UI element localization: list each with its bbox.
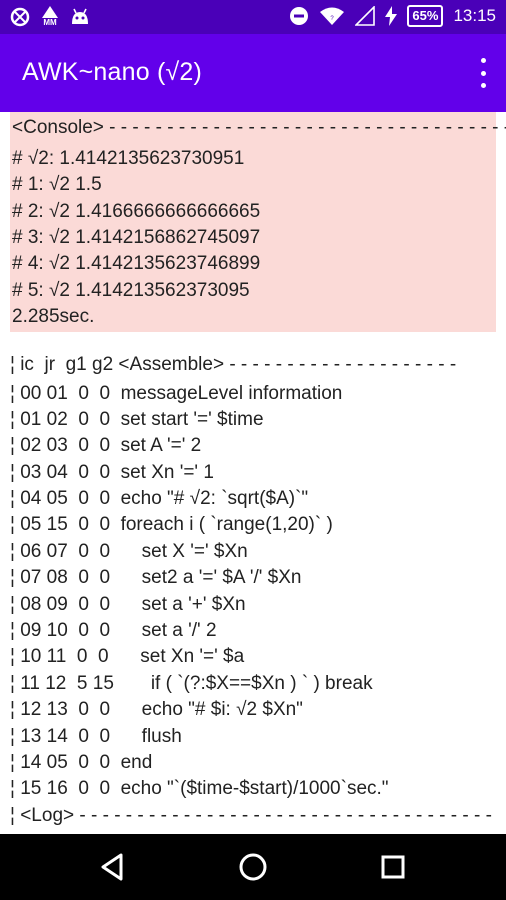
overflow-menu-icon[interactable] (478, 58, 488, 88)
assemble-row: ¦ 11 12 5 15 if ( `(?:$X==$Xn ) ` ) brea… (10, 673, 373, 694)
assemble-row: ¦ 04 05 0 0 echo "# √2: `sqrt($A)`" (10, 488, 309, 509)
clock: 13:15 (453, 6, 496, 25)
assemble-row: ¦ 09 10 0 0 set a '/' 2 (10, 620, 217, 641)
charging-icon (385, 6, 398, 26)
carrier-label: MM (43, 18, 57, 27)
app-bar: AWK~nano (√2) (0, 34, 506, 112)
console-line: 2.285sec. (12, 306, 95, 327)
home-icon[interactable] (236, 852, 270, 882)
do-not-disturb-icon (290, 7, 309, 25)
assemble-row: ¦ 13 14 0 0 flush (10, 726, 182, 747)
back-icon[interactable] (96, 852, 130, 882)
wifi-icon: ? (320, 7, 345, 25)
assemble-row: ¦ 03 04 0 0 set Xn '=' 1 (10, 462, 214, 483)
assemble-row: ¦ 00 01 0 0 messageLevel information (10, 383, 343, 404)
carrier-icon: MM (42, 6, 58, 27)
console-line: # 4: √2 1.4142135623746899 (12, 253, 261, 274)
assemble-row: ¦ 10 11 0 0 set Xn '=' $a (10, 646, 245, 667)
console-line: # 5: √2 1.414213562373095 (12, 280, 250, 301)
assemble-row: ¦ 15 16 0 0 echo "`($time-$start)/1000`s… (10, 778, 389, 799)
recents-icon[interactable] (376, 852, 410, 882)
notification-icons: MM (10, 6, 90, 27)
log-header: ¦ <Log> - - - - - - - - - - - - - - - - … (10, 805, 492, 826)
console-line: # 2: √2 1.4166666666666665 (12, 201, 261, 222)
system-icons: ? 65% 13:15 (289, 5, 496, 27)
android-icon (72, 8, 88, 24)
battery-icon: 65% (407, 5, 444, 27)
assemble-row: ¦ 02 03 0 0 set A '=' 2 (10, 435, 202, 456)
console-line: # 1: √2 1.5 (12, 174, 102, 195)
navigation-bar (0, 834, 506, 900)
cell-signal-icon (355, 6, 376, 26)
status-bar: MM ? 65% 13:15 (0, 0, 506, 34)
assemble-row: ¦ 01 02 0 0 set start '=' $time (10, 409, 264, 430)
app-title: AWK~nano (√2) (22, 58, 203, 86)
assemble-row: ¦ 14 05 0 0 end (10, 752, 153, 773)
console-header: <Console> - - - - - - - - - - - - - - - … (12, 117, 506, 138)
assemble-row: ¦ 07 08 0 0 set2 a '=' $A '/' $Xn (10, 567, 302, 588)
console-line: # √2: 1.4142135623730951 (12, 148, 245, 169)
settings-badge-icon (10, 7, 30, 26)
assemble-row: ¦ 12 13 0 0 echo "# $i: √2 $Xn" (10, 699, 303, 720)
assemble-header: ¦ ic jr g1 g2 <Assemble> - - - - - - - -… (10, 354, 457, 375)
editor-content[interactable]: <Console> - - - - - - - - - - - - - - - … (0, 112, 506, 834)
assemble-row: ¦ 08 09 0 0 set a '+' $Xn (10, 594, 246, 615)
assemble-row: ¦ 05 15 0 0 foreach i ( `range(1,20)` ) (10, 514, 333, 535)
assemble-row: ¦ 06 07 0 0 set X '=' $Xn (10, 541, 248, 562)
console-line: # 3: √2 1.4142156862745097 (12, 227, 261, 248)
battery-percentage: 65% (412, 8, 439, 23)
console-panel: <Console> - - - - - - - - - - - - - - - … (10, 112, 506, 332)
